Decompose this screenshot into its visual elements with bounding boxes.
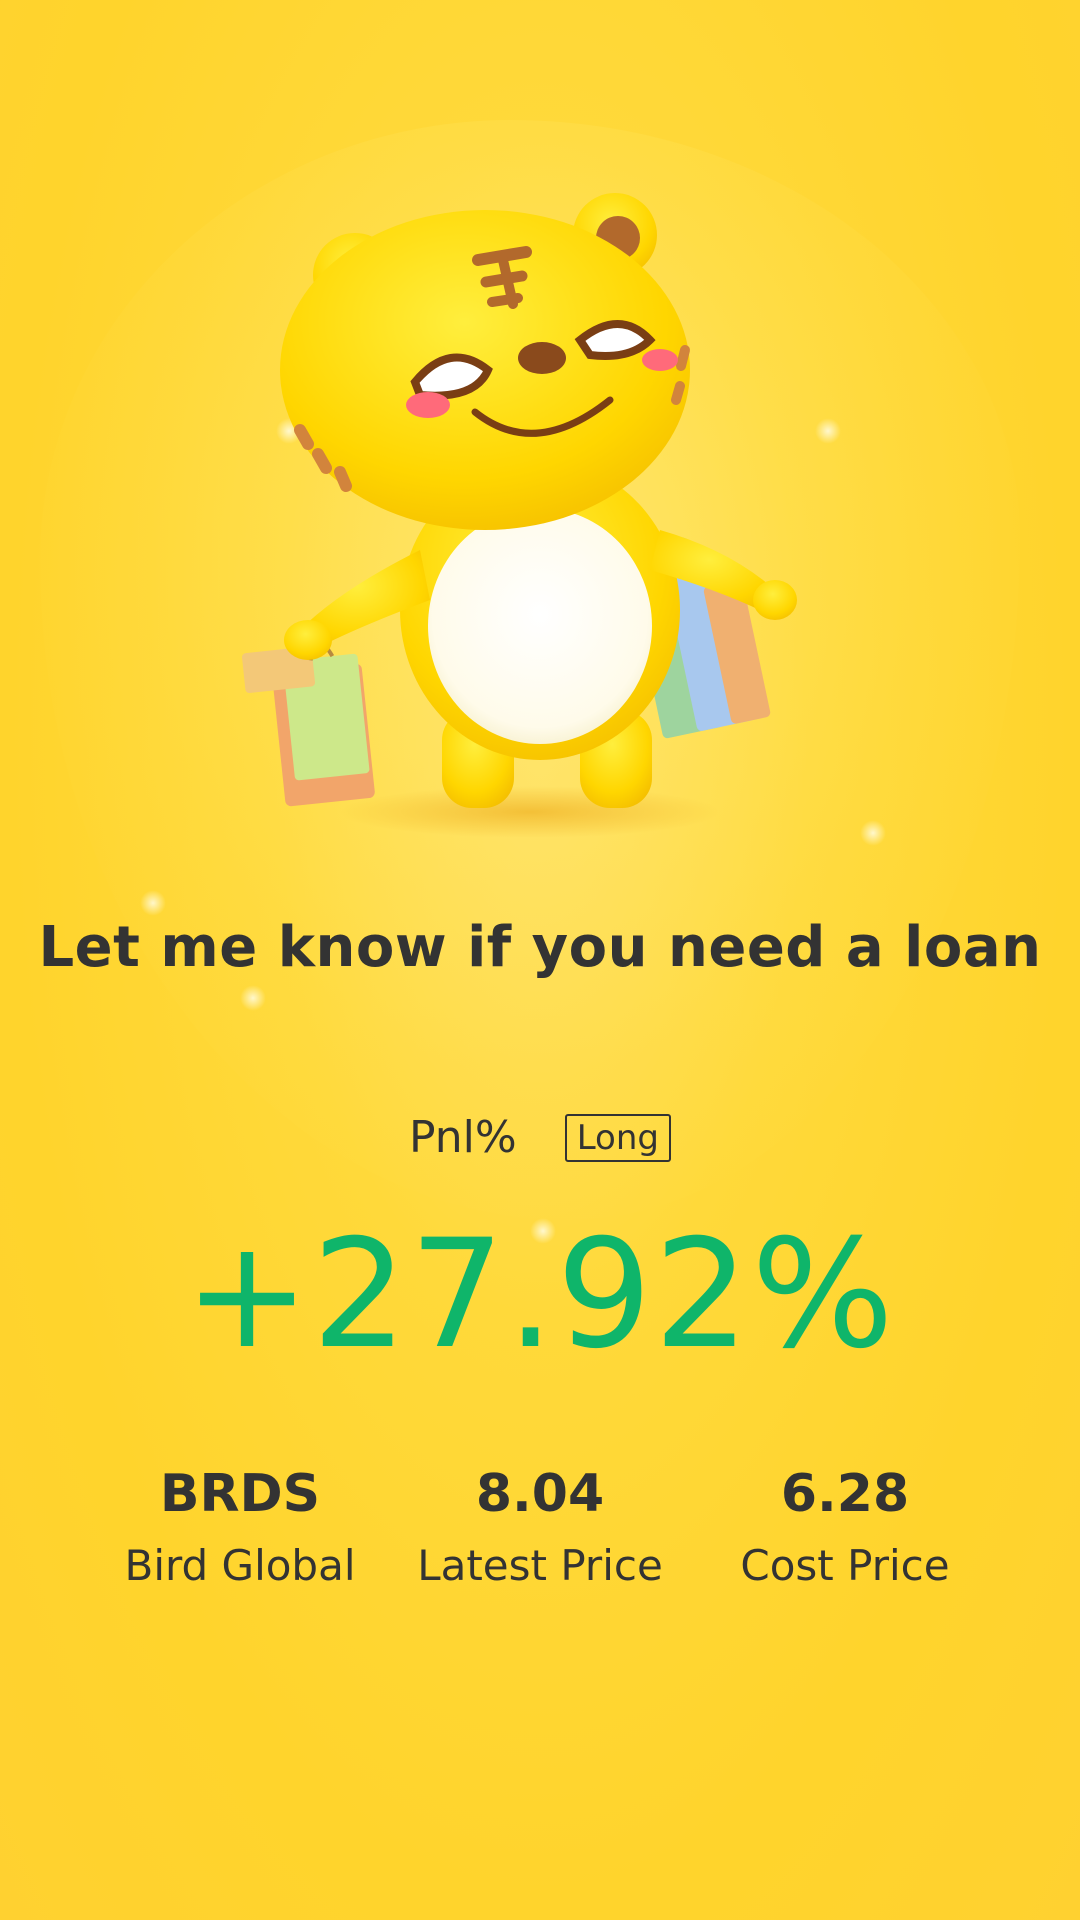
pnl-value: +27.92% [184,1208,896,1382]
tiger-mascot-with-shopping-bags-icon [230,190,830,850]
stats-row: BRDS Bird Global 8.04 Latest Price 6.28 … [0,1462,1080,1612]
stat-label: Cost Price [740,1541,950,1590]
sparkle [860,820,886,846]
sparkle [140,890,166,916]
stat-value: 6.28 [780,1464,910,1524]
stat-cost-price: 6.28 Cost Price [695,1462,995,1592]
stat-value: 8.04 [475,1464,605,1524]
stat-label: Latest Price [417,1541,663,1590]
stat-value: BRDS [159,1464,321,1524]
loan-headline: Let me know if you need a loan [38,915,1042,980]
pnl-label: Pnl% [409,1112,517,1163]
sparkle [240,985,266,1011]
stat-label: Bird Global [124,1541,356,1590]
stat-symbol: BRDS Bird Global [90,1462,390,1592]
position-badge: Long [564,1113,671,1162]
stat-latest-price: 8.04 Latest Price [390,1462,690,1592]
pnl-row: Pnl% Long [0,1112,1080,1163]
